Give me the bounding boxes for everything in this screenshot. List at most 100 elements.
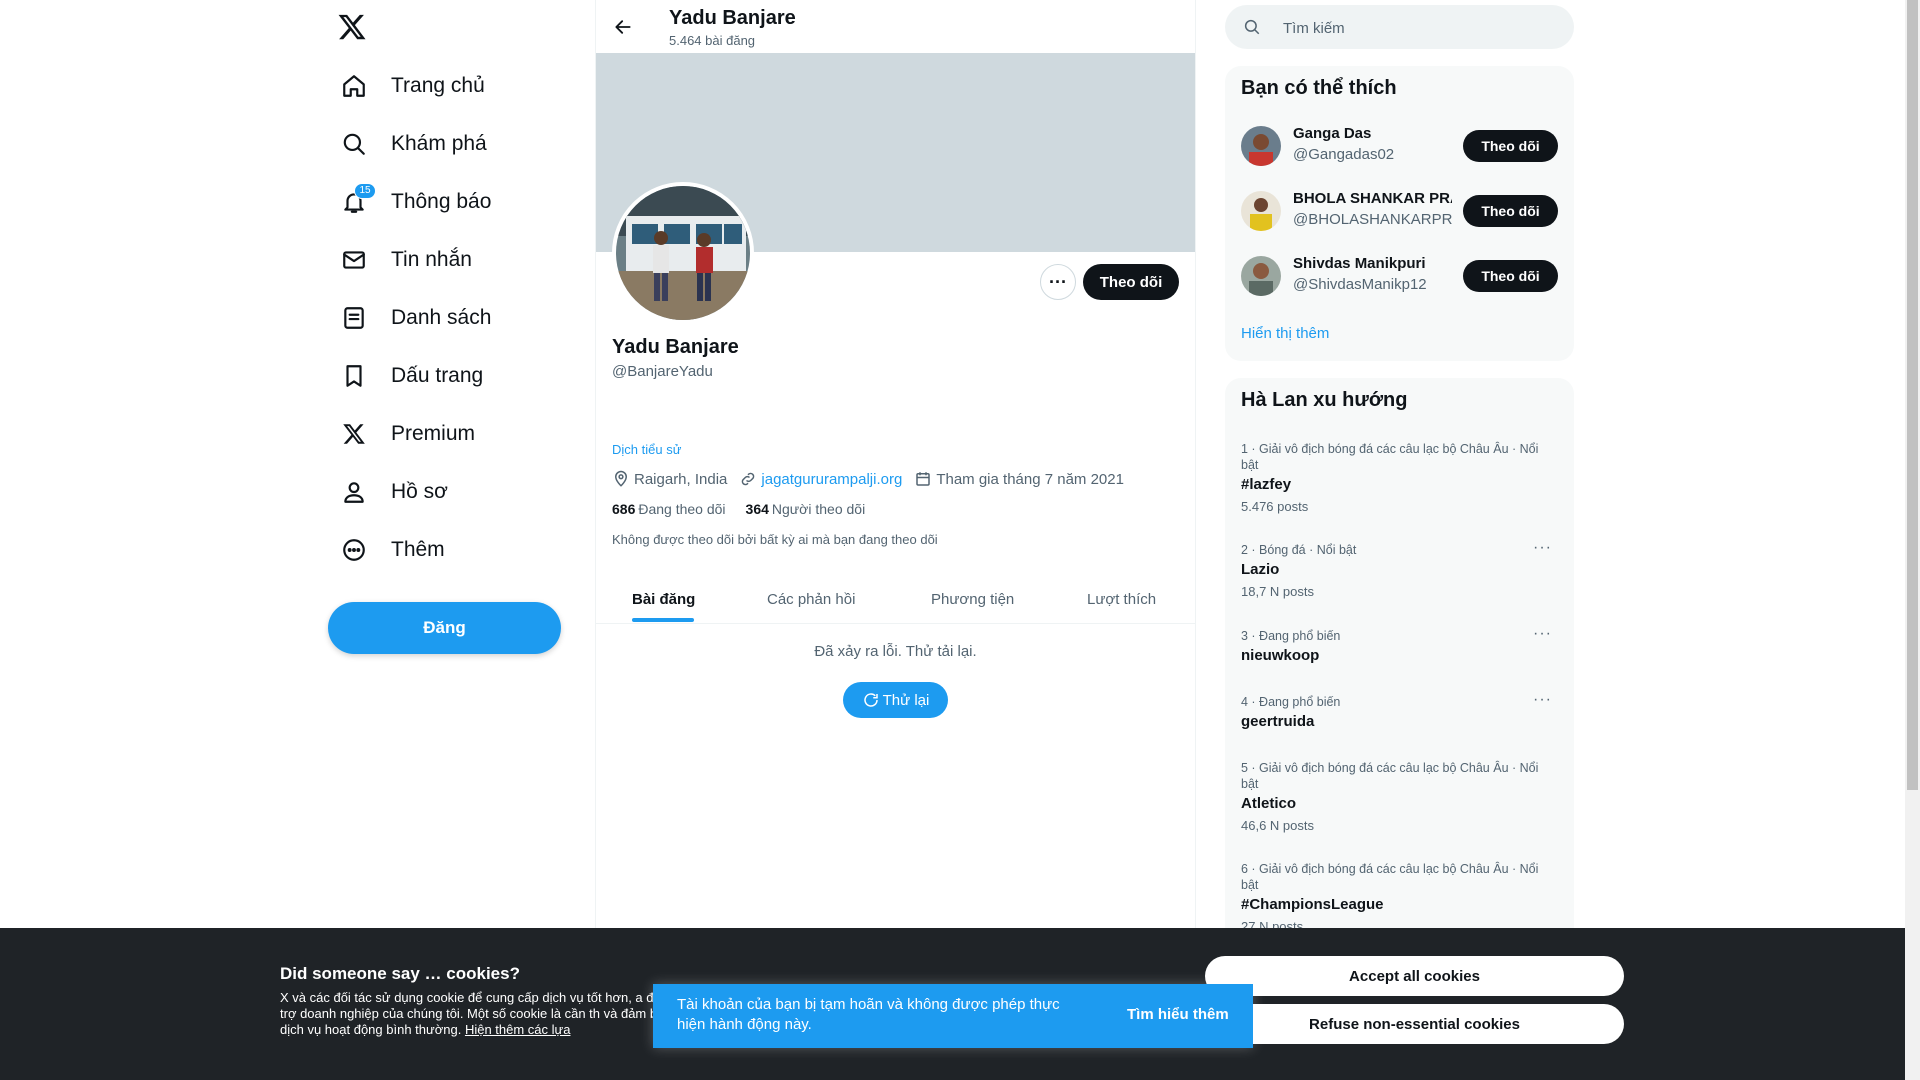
following-link[interactable]: 686 Đang theo dõi — [612, 501, 726, 517]
cookie-text: X và các đối tác sử dụng cookie để cung … — [280, 990, 680, 1038]
tab-posts[interactable]: Bài đăng — [632, 575, 695, 623]
translate-bio-link[interactable]: Dịch tiểu sử — [612, 442, 681, 457]
profile-website-link[interactable]: jagatgururampalji.org — [761, 471, 902, 488]
website-item: jagatgururampalji.org — [739, 470, 902, 488]
trend-context: 5 · Giải vô địch bóng đá các câu lạc bộ … — [1241, 761, 1539, 791]
suggestion-name: BHOLA SHANKAR PRASAD — [1293, 190, 1452, 207]
tab-media[interactable]: Phương tiện — [931, 575, 1014, 623]
page-scrollbar[interactable] — [1905, 0, 1920, 1080]
trend-context: 4 · Đang phổ biến — [1241, 695, 1341, 709]
nav-item-notifications[interactable]: 15 Thông báo — [327, 173, 491, 231]
suggestion-item[interactable]: BHOLA SHANKAR PRASAD @BHOLASHANKARPRSD T… — [1225, 180, 1574, 245]
trend-context: 2 · Bóng đá · Nổi bật — [1241, 543, 1357, 557]
follow-stats: 686 Đang theo dõi 364 Người theo dõi — [612, 501, 885, 517]
trend-more-button[interactable]: ··· — [1533, 691, 1552, 709]
profile-name: Yadu Banjare — [612, 336, 739, 358]
header-post-count: 5.464 bài đăng — [669, 33, 756, 48]
search-input[interactable] — [1281, 5, 1565, 51]
trend-name: geertruida — [1241, 713, 1315, 730]
follow-button[interactable]: Theo dõi — [1463, 130, 1558, 162]
tab-likes[interactable]: Lượt thích — [1087, 575, 1156, 623]
refuse-cookies-button[interactable]: Refuse non-essential cookies — [1205, 1004, 1624, 1044]
avatar — [1241, 256, 1281, 296]
followers-link[interactable]: 364 Người theo dõi — [746, 501, 866, 517]
trend-name: Atletico — [1241, 795, 1297, 812]
followers-label: Người theo dõi — [771, 501, 866, 517]
home-icon — [339, 71, 369, 101]
header-profile-name: Yadu Banjare — [669, 7, 796, 29]
list-icon — [339, 303, 369, 333]
not-followed-notice: Không được theo dõi bởi bất kỳ ai mà bạn… — [612, 532, 938, 547]
nav-item-lists[interactable]: Danh sách — [327, 289, 491, 347]
accept-cookies-button[interactable]: Accept all cookies — [1205, 956, 1624, 996]
follow-button[interactable]: Theo dõi — [1083, 264, 1179, 300]
trends-title: Hà Lan xu hướng — [1241, 389, 1408, 411]
search-icon — [1244, 19, 1260, 35]
nav-label-explore: Khám phá — [391, 132, 487, 155]
trend-more-button[interactable]: ··· — [1533, 539, 1552, 557]
avatar — [1241, 126, 1281, 166]
post-button[interactable]: Đăng — [328, 602, 561, 654]
nav-label-home: Trang chủ — [391, 74, 485, 97]
nav-label-more: Thêm — [391, 538, 445, 561]
profile-meta-row: Raigarh, India jagatgururampalji.org Tha… — [612, 470, 1136, 488]
suggestion-handle: @ShivdasManikp12 — [1293, 276, 1427, 293]
suggestion-item[interactable]: Shivdas Manikpuri @ShivdasManikp12 Theo … — [1225, 245, 1574, 310]
suggestion-name: Shivdas Manikpuri — [1293, 255, 1426, 272]
following-count: 686 — [612, 501, 636, 517]
trend-more-button[interactable]: ··· — [1533, 625, 1552, 643]
retry-label: Thử lại — [882, 691, 930, 709]
person-icon — [339, 477, 369, 507]
notification-badge: 15 — [354, 183, 376, 199]
refresh-icon — [863, 693, 878, 707]
nav-item-premium[interactable]: Premium — [327, 405, 491, 463]
more-circle-icon — [339, 535, 369, 565]
show-more-link[interactable]: Hiển thị thêm — [1241, 325, 1329, 342]
profile-joined: Tham gia tháng 7 năm 2021 — [936, 470, 1124, 488]
trend-count: 46,6 N posts — [1241, 818, 1314, 833]
following-label: Đang theo dõi — [638, 501, 726, 517]
location-item: Raigarh, India — [612, 470, 727, 488]
profile-header: Yadu Banjare 5.464 bài đăng — [596, 0, 1195, 53]
nav-item-profile[interactable]: Hồ sơ — [327, 463, 491, 521]
nav-item-explore[interactable]: Khám phá — [327, 115, 491, 173]
trend-context: 3 · Đang phổ biến — [1241, 629, 1341, 643]
follow-button[interactable]: Theo dõi — [1463, 195, 1558, 227]
profile-more-button[interactable]: ··· — [1040, 264, 1076, 300]
trends-card: Hà Lan xu hướng 1 · Giải vô địch bóng đá… — [1225, 378, 1574, 978]
nav-label-messages: Tin nhắn — [391, 248, 472, 271]
follow-button[interactable]: Theo dõi — [1463, 260, 1558, 292]
nav-item-messages[interactable]: Tin nhắn — [327, 231, 491, 289]
nav-item-bookmarks[interactable]: Dấu trang — [327, 347, 491, 405]
suggestion-handle: @BHOLASHANKARPRSD — [1293, 211, 1452, 228]
search-bar[interactable] — [1225, 5, 1574, 51]
x-logo-icon[interactable] — [337, 12, 369, 44]
account-suspended-toast: Tài khoản của bạn bị tạm hoãn và không đ… — [653, 984, 1253, 1048]
nav-label-premium: Premium — [391, 422, 476, 445]
nav-item-more[interactable]: Thêm — [327, 521, 491, 579]
toast-message: Tài khoản của bạn bị tạm hoãn và không đ… — [677, 996, 1060, 1033]
suggestion-item[interactable]: Ganga Das @Gangadas02 Theo dõi — [1225, 115, 1574, 180]
arrow-left-icon — [615, 20, 631, 34]
profile-avatar[interactable] — [612, 182, 754, 324]
bookmark-icon — [339, 361, 369, 391]
nav-item-home[interactable]: Trang chủ — [327, 57, 491, 115]
avatar — [1241, 191, 1281, 231]
main-column: Yadu Banjare 5.464 bài đăng ··· Theo dõi… — [595, 0, 1196, 1080]
followers-count: 364 — [745, 501, 769, 517]
cookie-title: Did someone say … cookies? — [280, 964, 520, 983]
trend-name: #ChampionsLeague — [1241, 896, 1384, 913]
nav-label-notifications: Thông báo — [391, 190, 492, 213]
learn-more-link[interactable]: Tìm hiểu thêm — [1127, 1006, 1229, 1023]
cookie-more-link[interactable]: Hiện thêm các lựa — [465, 1022, 571, 1037]
trend-context: 6 · Giải vô địch bóng đá các câu lạc bộ … — [1241, 862, 1539, 892]
tab-replies[interactable]: Các phản hồi — [767, 575, 855, 623]
retry-button[interactable]: Thử lại — [843, 682, 948, 718]
link-icon — [742, 472, 755, 486]
trend-count: 18,7 N posts — [1241, 584, 1314, 599]
profile-tabs: Bài đăng Các phản hồi Phương tiện Lượt t… — [596, 575, 1195, 624]
nav-label-profile: Hồ sơ — [391, 480, 448, 503]
back-button[interactable] — [608, 12, 638, 42]
trend-name: nieuwkoop — [1241, 647, 1320, 664]
scrollbar-thumb[interactable] — [1907, 0, 1918, 790]
